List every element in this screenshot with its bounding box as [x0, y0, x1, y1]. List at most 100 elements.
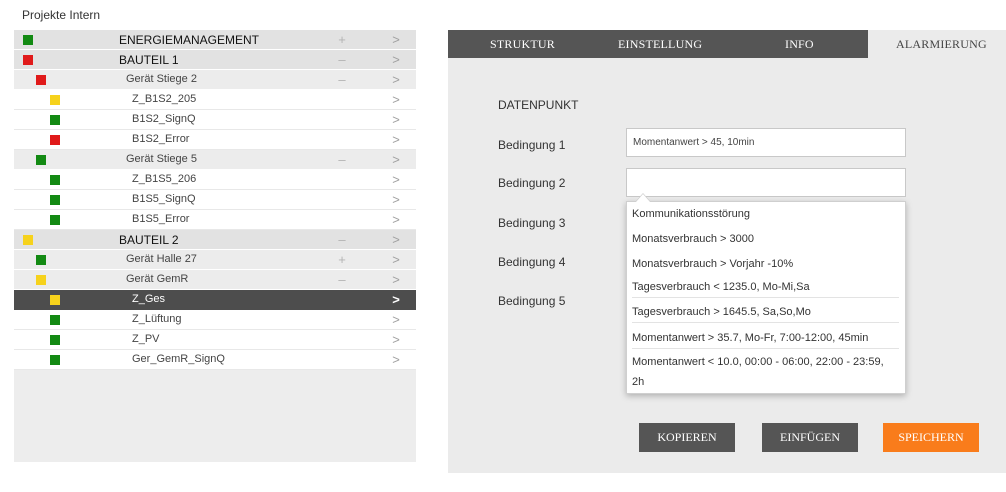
tree-row-label: Z_Lüftung — [132, 313, 182, 325]
chevron-right-icon[interactable]: > — [388, 192, 404, 207]
tree-row-label: Gerät Stiege 5 — [126, 153, 197, 165]
condition-1-label: Bedingung 1 — [498, 138, 566, 152]
tree-row-b1s5-signq[interactable]: B1S5_SignQ > — [14, 190, 416, 210]
tree-row-b1s2-error[interactable]: B1S2_Error > — [14, 130, 416, 150]
chevron-right-icon[interactable]: > — [388, 332, 404, 347]
tree-row-label: BAUTEIL 1 — [119, 53, 179, 67]
dropdown-caret-inner — [636, 194, 650, 202]
condition-2-input[interactable] — [626, 168, 906, 197]
collapse-icon[interactable]: – — [334, 52, 350, 67]
dropdown-option[interactable]: Kommunikationsstörung — [632, 204, 899, 224]
tab-bar: STRUKTUR EINSTELLUNG INFO ALARMIERUNG — [448, 30, 1006, 58]
chevron-right-icon[interactable]: > — [388, 232, 404, 247]
tree-row-bauteil-1[interactable]: BAUTEIL 1 – > — [14, 50, 416, 70]
tree-row-label: Z_Ges — [132, 293, 166, 305]
tree-row-label: Z_B1S5_206 — [132, 173, 197, 185]
tree-row-label: B1S2_SignQ — [132, 113, 196, 125]
condition-1-input[interactable] — [626, 128, 906, 157]
tab-info[interactable]: INFO — [785, 30, 814, 58]
chevron-right-icon[interactable]: > — [388, 212, 404, 227]
dropdown-option[interactable]: Monatsverbrauch > 3000 — [632, 229, 899, 249]
tree-row-b1s2-signq[interactable]: B1S2_SignQ > — [14, 110, 416, 130]
chevron-right-icon[interactable]: > — [388, 52, 404, 67]
collapse-icon[interactable]: – — [334, 152, 350, 167]
tab-struktur[interactable]: STRUKTUR — [490, 30, 555, 58]
dropdown-option[interactable]: Momentanwert < 10.0, 00:00 - 06:00, 22:0… — [632, 352, 899, 372]
status-green-icon — [50, 115, 60, 125]
status-red-icon — [36, 75, 46, 85]
dropdown-option[interactable]: Momentanwert > 35.7, Mo-Fr, 7:00-12:00, … — [632, 328, 899, 349]
chevron-right-icon[interactable]: > — [388, 32, 404, 47]
status-green-icon — [23, 35, 33, 45]
status-yellow-icon — [23, 235, 33, 245]
paste-button[interactable]: EINFÜGEN — [762, 423, 858, 452]
chevron-right-icon[interactable]: > — [388, 132, 404, 147]
chevron-right-icon[interactable]: > — [388, 312, 404, 327]
status-green-icon — [50, 215, 60, 225]
chevron-right-icon[interactable]: > — [388, 352, 404, 367]
tab-einstellung[interactable]: EINSTELLUNG — [618, 30, 702, 58]
status-green-icon — [50, 175, 60, 185]
tree-row-b1s5-error[interactable]: B1S5_Error > — [14, 210, 416, 230]
chevron-right-icon[interactable]: > — [388, 92, 404, 107]
section-label-datenpunkt: DATENPUNKT — [498, 98, 579, 112]
chevron-right-icon[interactable]: > — [388, 272, 404, 287]
chevron-right-icon[interactable]: > — [388, 152, 404, 167]
condition-suggestion-dropdown: Kommunikationsstörung Monatsverbrauch > … — [626, 193, 906, 394]
chevron-right-icon[interactable]: > — [388, 172, 404, 187]
tree-row-ger-gemr-signq[interactable]: Ger_GemR_SignQ > — [14, 350, 416, 370]
tree-row-label: Gerät GemR — [126, 273, 189, 285]
tree-row-label: B1S2_Error — [132, 133, 190, 145]
expand-icon[interactable]: + — [334, 252, 350, 267]
status-green-icon — [50, 195, 60, 205]
condition-4-label: Bedingung 4 — [498, 255, 566, 269]
tree-row-label: Gerät Stiege 2 — [126, 73, 197, 85]
save-button[interactable]: SPEICHERN — [883, 423, 979, 452]
copy-button[interactable]: KOPIEREN — [639, 423, 735, 452]
detail-panel: STRUKTUR EINSTELLUNG INFO ALARMIERUNG DA… — [448, 30, 1006, 473]
dropdown-option[interactable]: Tagesverbrauch > 1645.5, Sa,So,Mo — [632, 302, 899, 323]
condition-5-label: Bedingung 5 — [498, 294, 566, 308]
status-red-icon — [50, 135, 60, 145]
status-yellow-icon — [36, 275, 46, 285]
status-green-icon — [36, 255, 46, 265]
chevron-right-icon[interactable]: > — [388, 292, 404, 307]
condition-3-label: Bedingung 3 — [498, 216, 566, 230]
tree-row-label: Ger_GemR_SignQ — [132, 353, 225, 365]
dropdown-option[interactable]: Monatsverbrauch > Vorjahr -10% — [632, 254, 899, 274]
app-title: Projekte Intern — [22, 8, 101, 22]
tree-row-bauteil-2[interactable]: BAUTEIL 2 – > — [14, 230, 416, 250]
tree-row-z-lueftung[interactable]: Z_Lüftung > — [14, 310, 416, 330]
status-green-icon — [50, 355, 60, 365]
status-yellow-icon — [50, 295, 60, 305]
tree-row-geraet-halle-27[interactable]: Gerät Halle 27 + > — [14, 250, 416, 270]
tree-row-label: B1S5_Error — [132, 213, 190, 225]
status-yellow-icon — [50, 95, 60, 105]
tree-row-label: B1S5_SignQ — [132, 193, 196, 205]
tree-row-geraet-stiege-2[interactable]: Gerät Stiege 2 – > — [14, 70, 416, 90]
tree-row-label: Z_B1S2_205 — [132, 93, 197, 105]
chevron-right-icon[interactable]: > — [388, 72, 404, 87]
tree-row-label: BAUTEIL 2 — [119, 233, 179, 247]
dropdown-option[interactable]: 2h — [632, 372, 899, 392]
tree-row-z-b1s2-205[interactable]: Z_B1S2_205 > — [14, 90, 416, 110]
tree-row-geraet-gemr[interactable]: Gerät GemR – > — [14, 270, 416, 290]
expand-icon[interactable]: + — [334, 32, 350, 47]
chevron-right-icon[interactable]: > — [388, 112, 404, 127]
tree-row-z-b1s5-206[interactable]: Z_B1S5_206 > — [14, 170, 416, 190]
tab-alarmierung[interactable]: ALARMIERUNG — [868, 30, 1006, 58]
tree-panel: ENERGIEMANAGEMENT + > BAUTEIL 1 – > Gerä… — [14, 30, 416, 462]
tree-row-geraet-stiege-5[interactable]: Gerät Stiege 5 – > — [14, 150, 416, 170]
status-green-icon — [50, 335, 60, 345]
status-red-icon — [23, 55, 33, 65]
chevron-right-icon[interactable]: > — [388, 252, 404, 267]
status-green-icon — [36, 155, 46, 165]
tree-row-z-pv[interactable]: Z_PV > — [14, 330, 416, 350]
collapse-icon[interactable]: – — [334, 272, 350, 287]
condition-2-label: Bedingung 2 — [498, 176, 566, 190]
tree-row-energiemanagement[interactable]: ENERGIEMANAGEMENT + > — [14, 30, 416, 50]
collapse-icon[interactable]: – — [334, 72, 350, 87]
dropdown-option[interactable]: Tagesverbrauch < 1235.0, Mo-Mi,Sa — [632, 277, 899, 298]
collapse-icon[interactable]: – — [334, 232, 350, 247]
tree-row-z-ges[interactable]: Z_Ges > — [14, 290, 416, 310]
